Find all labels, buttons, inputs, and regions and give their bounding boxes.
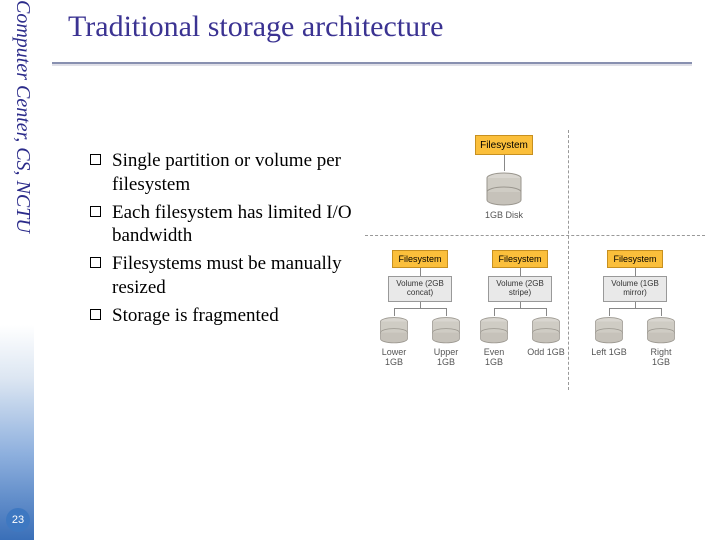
disk-label: Upper 1GB xyxy=(426,348,466,368)
bullet-item: Storage is fragmented xyxy=(90,304,390,328)
disk-label: Right 1GB xyxy=(641,348,681,368)
disk-icon xyxy=(484,171,524,209)
bullet-item: Each filesystem has limited I/O bandwidt… xyxy=(90,201,390,249)
horizontal-separator xyxy=(365,235,705,236)
connector xyxy=(494,308,495,316)
connector xyxy=(546,308,547,316)
connector xyxy=(494,308,546,309)
connector xyxy=(609,308,610,316)
disk-label-top: 1GB Disk xyxy=(470,211,538,221)
disk-icon xyxy=(530,316,562,346)
filesystem-box: Filesystem xyxy=(492,250,548,268)
bullet-item: Filesystems must be manually resized xyxy=(90,252,390,300)
bullet-list: Single partition or volume per filesyste… xyxy=(50,149,390,331)
sidebar-institution: Computer Center, CS, NCTU xyxy=(0,0,34,330)
filesystem-box-top: Filesystem xyxy=(475,135,533,155)
volume-box: Volume (1GB mirror) xyxy=(603,276,667,302)
connector xyxy=(394,308,446,309)
connector xyxy=(609,308,661,309)
disk-label: Even 1GB xyxy=(474,348,514,368)
disk-label: Odd 1GB xyxy=(526,348,566,358)
bullet-item: Single partition or volume per filesyste… xyxy=(90,149,390,197)
slide-title: Traditional storage architecture xyxy=(68,10,443,44)
connector xyxy=(446,308,447,316)
volume-box: Volume (2GB stripe) xyxy=(488,276,552,302)
connector xyxy=(504,155,505,171)
vertical-separator xyxy=(568,130,569,390)
disk-icon xyxy=(478,316,510,346)
title-underline xyxy=(52,58,692,64)
filesystem-box: Filesystem xyxy=(392,250,448,268)
slide-number: 23 xyxy=(6,508,30,532)
disk-icon xyxy=(378,316,410,346)
connector xyxy=(420,268,421,276)
connector xyxy=(661,308,662,316)
volume-box: Volume (2GB concat) xyxy=(388,276,452,302)
disk-label: Left 1GB xyxy=(589,348,629,358)
connector xyxy=(635,268,636,276)
disk-icon xyxy=(430,316,462,346)
connector xyxy=(520,268,521,276)
disk-icon xyxy=(593,316,625,346)
filesystem-box: Filesystem xyxy=(607,250,663,268)
disk-icon xyxy=(645,316,677,346)
connector xyxy=(394,308,395,316)
storage-diagram: Filesystem 1GB Disk Filesystem Volume (2… xyxy=(370,135,700,395)
disk-label: Lower 1GB xyxy=(374,348,414,368)
